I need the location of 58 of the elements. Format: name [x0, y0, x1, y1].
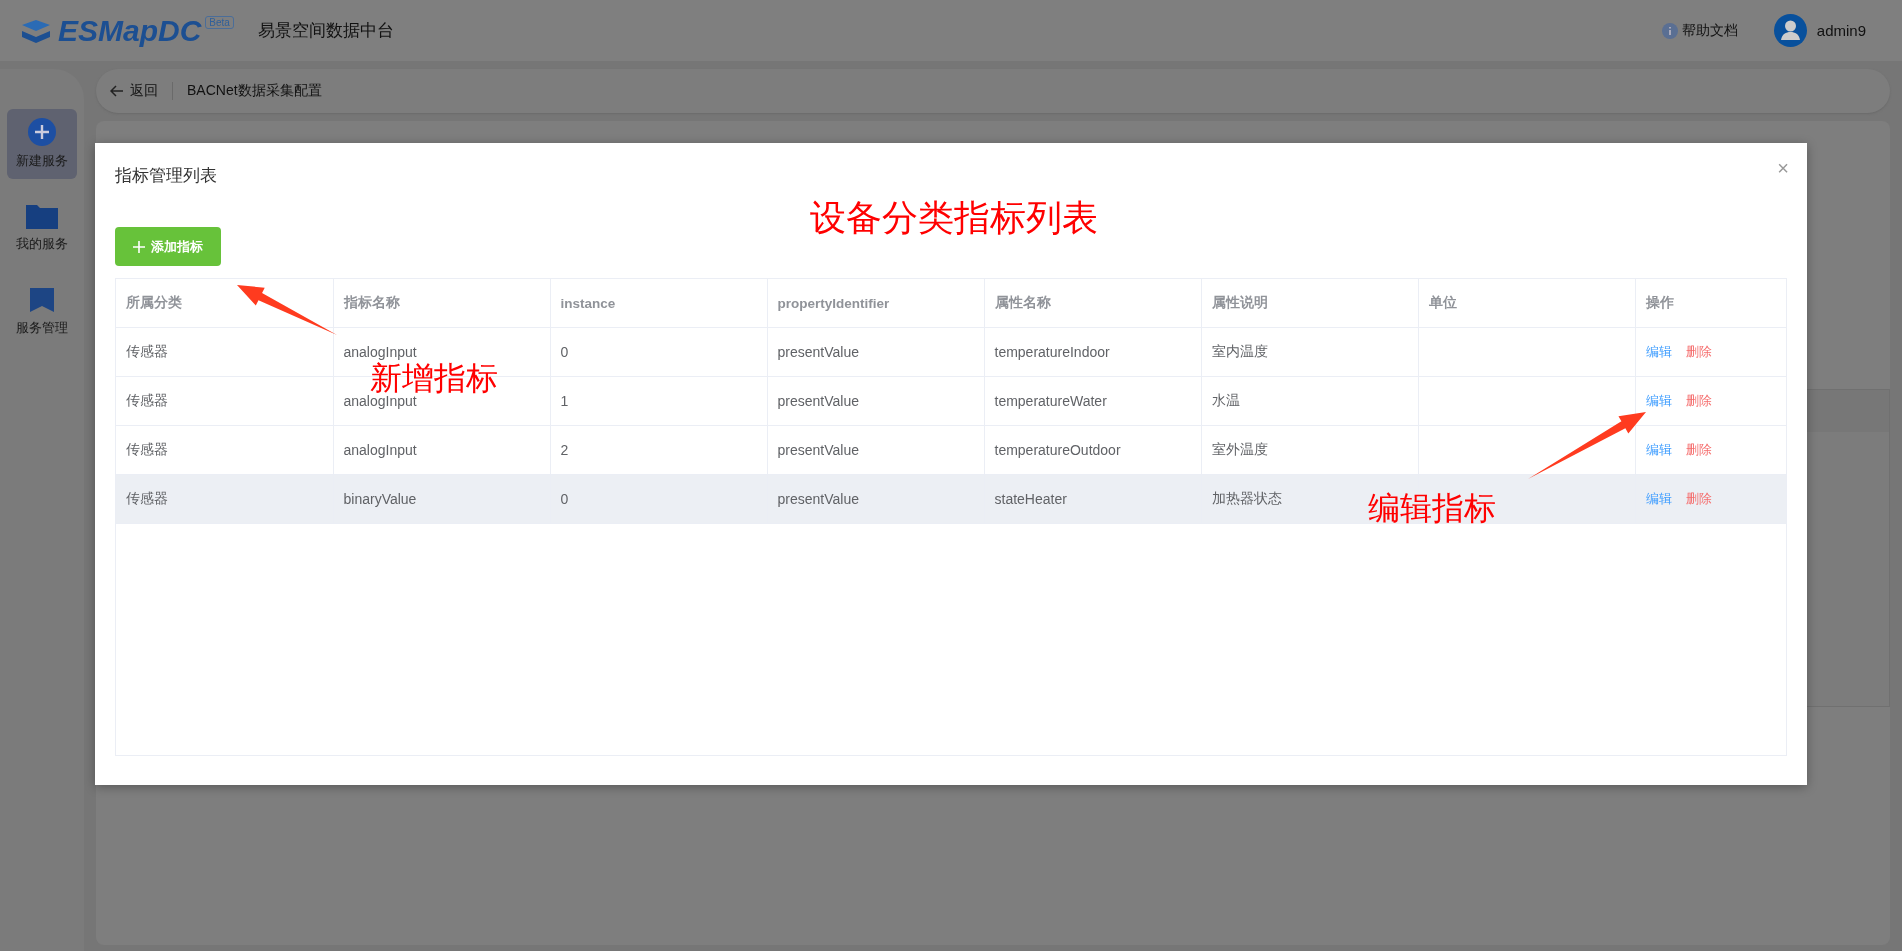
- table-cell: 传感器: [116, 376, 333, 426]
- table-cell: 室内温度: [1201, 327, 1418, 377]
- edit-link[interactable]: 编辑: [1645, 490, 1672, 508]
- edit-link[interactable]: 编辑: [1645, 441, 1672, 459]
- table-cell: 2: [550, 425, 767, 475]
- table-cell: temperatureOutdoor: [984, 425, 1201, 475]
- edit-link[interactable]: 编辑: [1645, 343, 1672, 361]
- table-cell: analogInput: [333, 425, 550, 475]
- table-cell: stateHeater: [984, 474, 1201, 524]
- table-cell: 水温: [1201, 376, 1418, 426]
- table-cell: 传感器: [116, 474, 333, 524]
- user-name[interactable]: admin9: [1816, 22, 1866, 39]
- table-cell: 室外温度: [1201, 425, 1418, 475]
- sidebar-item[interactable]: 我的服务: [7, 193, 77, 263]
- table-cell: 传感器: [116, 425, 333, 475]
- column-header: 属性名称: [984, 279, 1201, 328]
- help-link[interactable]: 帮助文档: [1681, 21, 1738, 40]
- column-header: instance: [550, 279, 767, 328]
- plus-icon: [133, 240, 145, 253]
- dialog-title: 指标管理列表: [115, 165, 217, 187]
- sidebar-item[interactable]: 新建服务: [7, 109, 77, 179]
- column-header: propertyIdentifier: [767, 279, 984, 328]
- sidebar-item[interactable]: 服务管理: [7, 277, 77, 347]
- edit-link[interactable]: 编辑: [1645, 392, 1672, 410]
- column-header: 操作: [1635, 279, 1786, 328]
- site-title: 易景空间数据中台: [257, 20, 394, 42]
- delete-link[interactable]: 删除: [1685, 392, 1712, 410]
- table-cell: presentValue: [767, 327, 984, 377]
- table-cell: temperatureWater: [984, 376, 1201, 426]
- folder-icon: [26, 203, 58, 229]
- table-cell: 1: [550, 376, 767, 426]
- close-button[interactable]: ×: [1777, 157, 1789, 180]
- table-cell: presentValue: [767, 474, 984, 524]
- plus-circle-icon: [28, 118, 56, 146]
- table-cell: 传感器: [116, 327, 333, 377]
- back-arrow-icon[interactable]: [110, 85, 124, 97]
- column-header: 单位: [1418, 279, 1635, 328]
- delete-link[interactable]: 删除: [1685, 441, 1712, 459]
- table-cell: presentValue: [767, 425, 984, 475]
- table-cell: 0: [550, 474, 767, 524]
- annotation-text: 编辑指标: [1368, 492, 1496, 524]
- table-cell: 0: [550, 327, 767, 377]
- annotation-text: 设备分类指标列表: [810, 200, 1098, 236]
- logo-text: ESMapDC: [58, 13, 202, 48]
- avatar-icon[interactable]: [1773, 14, 1807, 47]
- beta-badge: Beta: [205, 15, 234, 29]
- column-header: 属性说明: [1201, 279, 1418, 328]
- info-icon[interactable]: [1661, 22, 1678, 39]
- page-title: BACNet数据采集配置: [187, 82, 322, 100]
- column-header: 指标名称: [333, 279, 550, 328]
- bookmark-icon: [29, 287, 55, 313]
- table-cell: temperatureIndoor: [984, 327, 1201, 377]
- table-cell: presentValue: [767, 376, 984, 426]
- table-cell: binaryValue: [333, 474, 550, 524]
- add-button[interactable]: 添加指标: [115, 227, 221, 266]
- delete-link[interactable]: 删除: [1685, 343, 1712, 361]
- delete-link[interactable]: 删除: [1685, 490, 1712, 508]
- back-link[interactable]: 返回: [110, 82, 158, 100]
